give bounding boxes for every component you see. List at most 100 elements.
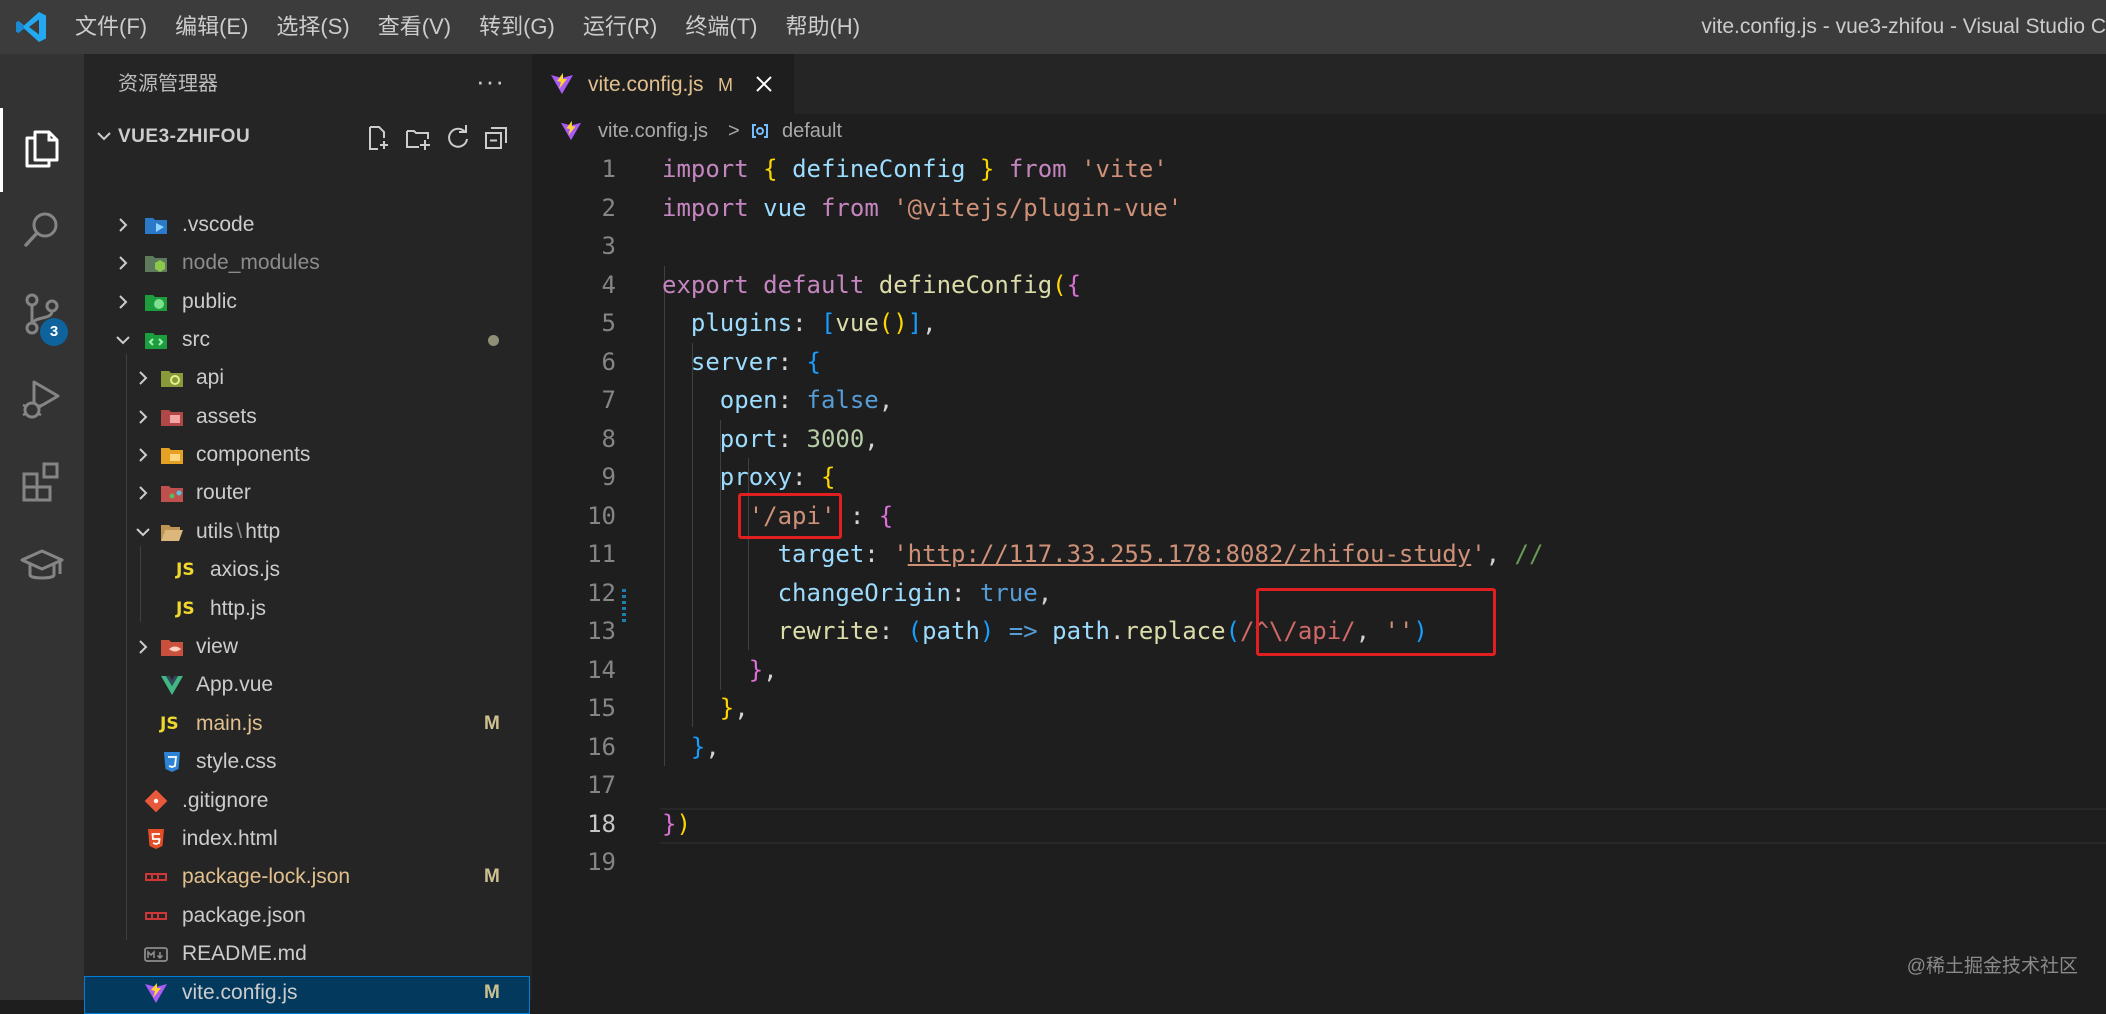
tree-item-style-css[interactable]: style.css xyxy=(84,743,532,781)
git-status-modified: M xyxy=(484,982,500,1003)
line-number: 6 xyxy=(601,347,616,376)
tree-item-label: vite.config.js xyxy=(182,981,298,1004)
line-number: 4 xyxy=(601,270,616,299)
collapse-all-icon[interactable] xyxy=(482,124,510,152)
code-line-5: plugins: [vue()], xyxy=(690,309,937,337)
menu-go[interactable]: 转到(G) xyxy=(479,0,555,54)
chevron-down-icon xyxy=(97,132,111,141)
vue-file-icon xyxy=(161,676,183,695)
chevron-right-icon xyxy=(139,410,148,424)
modified-dot xyxy=(488,335,499,346)
code-line-16: }, xyxy=(690,732,720,761)
search-icon[interactable] xyxy=(18,206,66,254)
npm-file-icon xyxy=(145,912,167,920)
folder-header[interactable]: VUE3-ZHIFOU xyxy=(84,118,532,156)
active-indicator xyxy=(0,108,3,192)
view-folder-icon xyxy=(161,640,183,656)
new-folder-icon[interactable] xyxy=(404,124,432,152)
tree-item-vscode[interactable]: .vscode xyxy=(84,206,532,244)
breadcrumb-file[interactable]: vite.config.js xyxy=(598,114,708,148)
tree-item-package-json[interactable]: package.json xyxy=(84,897,532,935)
tree-item-public[interactable]: public xyxy=(84,283,532,321)
tree-item-index-html[interactable]: index.html xyxy=(84,820,532,858)
line-number: 3 xyxy=(601,232,616,260)
tree-item-assets[interactable]: assets xyxy=(84,398,532,436)
code-line-18: }) xyxy=(662,809,691,838)
code-line-11: target: 'http://117.33.255.178:8082/zhif… xyxy=(777,540,1544,568)
explorer-title: 资源管理器 xyxy=(118,73,218,95)
chevron-down-icon xyxy=(136,528,150,537)
tree-item-src[interactable]: src xyxy=(84,321,532,359)
chevron-right-icon xyxy=(139,371,148,385)
code-line-12: changeOrigin: true, xyxy=(777,578,1053,607)
tree-item-label: assets xyxy=(196,405,257,428)
tree-item-main-js[interactable]: JS main.js M xyxy=(84,705,532,743)
tree-item-vite-config-js[interactable]: vite.config.js M xyxy=(84,974,532,1012)
code-line-4: export default defineConfig({ xyxy=(662,270,1082,299)
breadcrumb-symbol[interactable]: default xyxy=(782,114,842,148)
editor-group: vite.config.js M vite.config.js > defaul… xyxy=(532,54,2106,1000)
tree-item-api[interactable]: api xyxy=(84,359,532,397)
modified-line-gutter xyxy=(622,589,626,625)
remote-icon[interactable] xyxy=(18,542,66,590)
tree-item-components[interactable]: components xyxy=(84,436,532,474)
tree-item-label: index.html xyxy=(182,827,278,850)
tree-item-router[interactable]: router xyxy=(84,474,532,512)
watermark: @稀土掘金技术社区 xyxy=(1906,956,2078,977)
explorer-sidebar: 资源管理器 ··· VUE3-ZHIFOU .vscode node_modul… xyxy=(84,54,532,1014)
menu-view[interactable]: 查看(V) xyxy=(378,0,451,54)
tree-item-package-lock-json[interactable]: package-lock.json M xyxy=(84,858,532,896)
extensions-icon[interactable] xyxy=(18,458,66,506)
menu-help[interactable]: 帮助(H) xyxy=(785,0,860,54)
line-number: 9 xyxy=(601,463,616,491)
tree-item-http-js[interactable]: JS http.js xyxy=(84,590,532,628)
tree-item-axios-js[interactable]: JS axios.js xyxy=(84,551,532,589)
menu-run[interactable]: 运行(R) xyxy=(583,0,658,54)
explorer-icon[interactable] xyxy=(18,124,66,172)
tree-item-view[interactable]: view xyxy=(84,628,532,666)
code-line-8: port: 3000, xyxy=(719,424,879,453)
tab-bar: vite.config.js M xyxy=(532,54,2106,114)
line-number: 17 xyxy=(587,771,616,799)
title-bar: 文件(F) 编辑(E) 选择(S) 查看(V) 转到(G) 运行(R) 终端(T… xyxy=(0,0,2106,54)
run-debug-icon[interactable] xyxy=(18,374,66,422)
menu-selection[interactable]: 选择(S) xyxy=(276,0,349,54)
tree-item-label: api xyxy=(196,366,225,389)
tree-item-app-vue[interactable]: App.vue xyxy=(84,666,532,704)
menu-terminal[interactable]: 终端(T) xyxy=(685,0,757,54)
new-file-icon[interactable] xyxy=(364,124,392,152)
tree-item-label: node_modules xyxy=(182,251,320,274)
vscode-logo-icon xyxy=(16,12,46,42)
menu-file[interactable]: 文件(F) xyxy=(75,0,147,54)
line-number: 11 xyxy=(587,540,616,568)
git-status-modified: M xyxy=(484,866,500,887)
tree-item-utils-http[interactable]: utils \ http xyxy=(84,513,532,551)
tree-item-readme-md[interactable]: README.md xyxy=(84,935,532,973)
tree-item-gitignore[interactable]: .gitignore xyxy=(84,782,532,820)
close-icon[interactable] xyxy=(752,72,776,96)
js-file-icon: JS xyxy=(176,560,195,580)
tree-item-label: main.js xyxy=(196,712,263,735)
line-number: 12 xyxy=(587,578,616,607)
vite-file-icon xyxy=(145,983,167,1003)
line-number: 10 xyxy=(587,501,616,530)
line-number: 14 xyxy=(587,655,616,684)
tree-item-label: components xyxy=(196,443,311,466)
tab-vite-config-js[interactable]: vite.config.js M xyxy=(532,54,794,114)
scm-count-badge: 3 xyxy=(40,318,68,346)
more-actions-button[interactable]: ··· xyxy=(476,54,505,108)
annotation-box-api-key xyxy=(738,493,842,539)
menu-edit[interactable]: 编辑(E) xyxy=(175,0,248,54)
markdown-file-icon xyxy=(144,947,168,962)
url-link[interactable]: http://117.33.255.178:8082/zhifou-study xyxy=(908,540,1472,568)
line-number: 19 xyxy=(587,848,616,876)
chevron-down-icon xyxy=(116,336,130,345)
refresh-icon[interactable] xyxy=(444,124,472,152)
router-folder-icon xyxy=(161,486,183,502)
code-editor[interactable]: 1 2 3 4 5 6 7 8 9 10 11 12 13 14 15 16 1… xyxy=(532,150,2106,920)
line-number: 1 xyxy=(601,155,616,183)
src-folder-icon xyxy=(145,333,167,349)
components-folder-icon xyxy=(161,448,183,464)
vite-file-icon xyxy=(551,73,573,94)
tree-item-node-modules[interactable]: node_modules xyxy=(84,244,532,282)
